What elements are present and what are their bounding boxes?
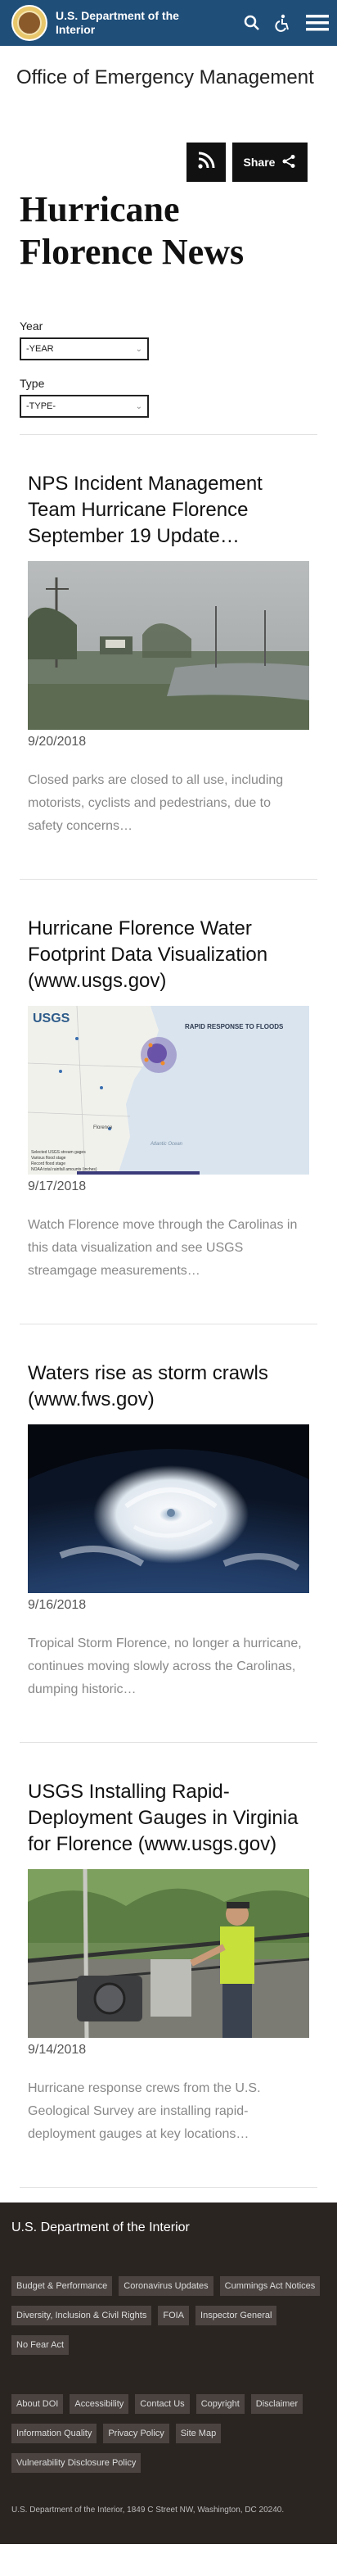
- article-excerpt: Hurricane response crews from the U.S. G…: [28, 2081, 261, 2141]
- footer-link[interactable]: Copyright: [195, 2394, 245, 2414]
- year-filter-label: Year: [20, 319, 43, 333]
- article-photo-hurricane-from-space[interactable]: [28, 1424, 309, 1593]
- map-legend-item: Various flood stage: [31, 1156, 66, 1161]
- footer-link[interactable]: Site Map: [175, 2424, 222, 2443]
- footer-links-secondary: About DOI Accessibility Contact Us Copyr…: [11, 2394, 326, 2473]
- map-legend-item: Record flood stage: [31, 1161, 65, 1166]
- article-title-link[interactable]: USGS Installing Rapid-Deployment Gauges …: [28, 1779, 309, 1858]
- footer-link[interactable]: Contact Us: [135, 2394, 190, 2414]
- year-select-value: -YEAR: [26, 344, 54, 354]
- type-select-value: -TYPE-: [26, 401, 56, 411]
- map-legend-title: Selected USGS stream gages: [31, 1150, 86, 1155]
- footer-link[interactable]: No Fear Act: [11, 2335, 70, 2355]
- filters: Year -YEAR ⌄ Type -TYPE- ⌄: [0, 274, 337, 418]
- map-heading: RAPID RESPONSE TO FLOODS: [185, 1023, 284, 1030]
- footer-link[interactable]: Accessibility: [70, 2394, 129, 2414]
- footer-link[interactable]: Budget & Performance: [11, 2276, 113, 2296]
- page-title: Hurricane Florence News: [20, 189, 245, 272]
- article-date: 9/20/2018: [28, 735, 87, 749]
- article-excerpt: Watch Florence move through the Carolina…: [28, 1218, 298, 1278]
- article-date: 9/14/2018: [28, 2043, 87, 2057]
- news-article: Waters rise as storm crawls (www.fws.gov…: [20, 1324, 317, 1743]
- menu-icon[interactable]: [306, 14, 329, 32]
- type-filter-label: Type: [20, 377, 45, 390]
- footer-link[interactable]: Information Quality: [11, 2424, 97, 2443]
- site-footer: U.S. Department of the Interior Budget &…: [0, 2203, 337, 2544]
- article-title-link[interactable]: Hurricane Florence Water Footprint Data …: [28, 916, 309, 994]
- article-title-link[interactable]: NPS Incident Management Team Hurricane F…: [28, 471, 309, 550]
- article-excerpt: Closed parks are closed to all use, incl…: [28, 773, 284, 833]
- footer-link[interactable]: Disclaimer: [250, 2394, 303, 2414]
- footer-link[interactable]: Inspector General: [195, 2306, 277, 2325]
- footer-link[interactable]: Privacy Policy: [103, 2424, 169, 2443]
- rss-icon: [197, 152, 215, 174]
- share-button[interactable]: Share: [232, 143, 308, 182]
- map-place-label: Florence: [93, 1125, 113, 1130]
- agency-name[interactable]: U.S. Department of the Interior: [56, 9, 211, 37]
- share-icon: [281, 154, 296, 171]
- year-select[interactable]: -YEAR ⌄: [20, 337, 149, 360]
- chevron-down-icon: ⌄: [135, 401, 142, 411]
- footer-address: U.S. Department of the Interior, 1849 C …: [11, 2506, 285, 2515]
- footer-link[interactable]: Cummings Act Notices: [219, 2276, 321, 2296]
- news-article: Hurricane Florence Water Footprint Data …: [20, 880, 317, 1324]
- news-article: NPS Incident Management Team Hurricane F…: [20, 435, 317, 880]
- footer-title[interactable]: U.S. Department of the Interior: [11, 2221, 326, 2235]
- doi-seal-logo[interactable]: [11, 5, 47, 41]
- news-article: USGS Installing Rapid-Deployment Gauges …: [20, 1743, 317, 2188]
- accessibility-icon[interactable]: [275, 14, 291, 32]
- share-label: Share: [243, 156, 276, 169]
- article-title-link[interactable]: Waters rise as storm crawls (www.fws.gov…: [28, 1360, 309, 1413]
- footer-link[interactable]: Diversity, Inclusion & Civil Rights: [11, 2306, 152, 2325]
- site-header: U.S. Department of the Interior: [0, 0, 337, 46]
- office-name[interactable]: Office of Emergency Management: [0, 46, 337, 90]
- usgs-logo: USGS: [33, 1012, 70, 1025]
- footer-link[interactable]: Vulnerability Disclosure Policy: [11, 2453, 142, 2473]
- article-excerpt: Tropical Storm Florence, no longer a hur…: [28, 1637, 302, 1696]
- article-date: 9/16/2018: [28, 1598, 87, 1612]
- chevron-down-icon: ⌄: [135, 344, 142, 354]
- article-image-usgs-flood-map[interactable]: USGS RAPID RESPONSE TO FLOODS Florence A…: [28, 1006, 309, 1175]
- footer-link[interactable]: About DOI: [11, 2394, 64, 2414]
- article-photo-flooded-park[interactable]: [28, 561, 309, 730]
- article-date: 9/17/2018: [28, 1179, 87, 1193]
- footer-link[interactable]: Coronavirus Updates: [119, 2276, 213, 2296]
- article-photo-gauge-installation[interactable]: [28, 1869, 309, 2038]
- footer-link[interactable]: FOIA: [158, 2306, 190, 2325]
- type-select[interactable]: -TYPE- ⌄: [20, 395, 149, 418]
- rss-button[interactable]: [186, 143, 226, 182]
- search-icon[interactable]: [244, 15, 260, 31]
- map-ocean-label: Atlantic Ocean: [150, 1142, 183, 1147]
- footer-links-primary: Budget & Performance Coronavirus Updates…: [11, 2276, 326, 2355]
